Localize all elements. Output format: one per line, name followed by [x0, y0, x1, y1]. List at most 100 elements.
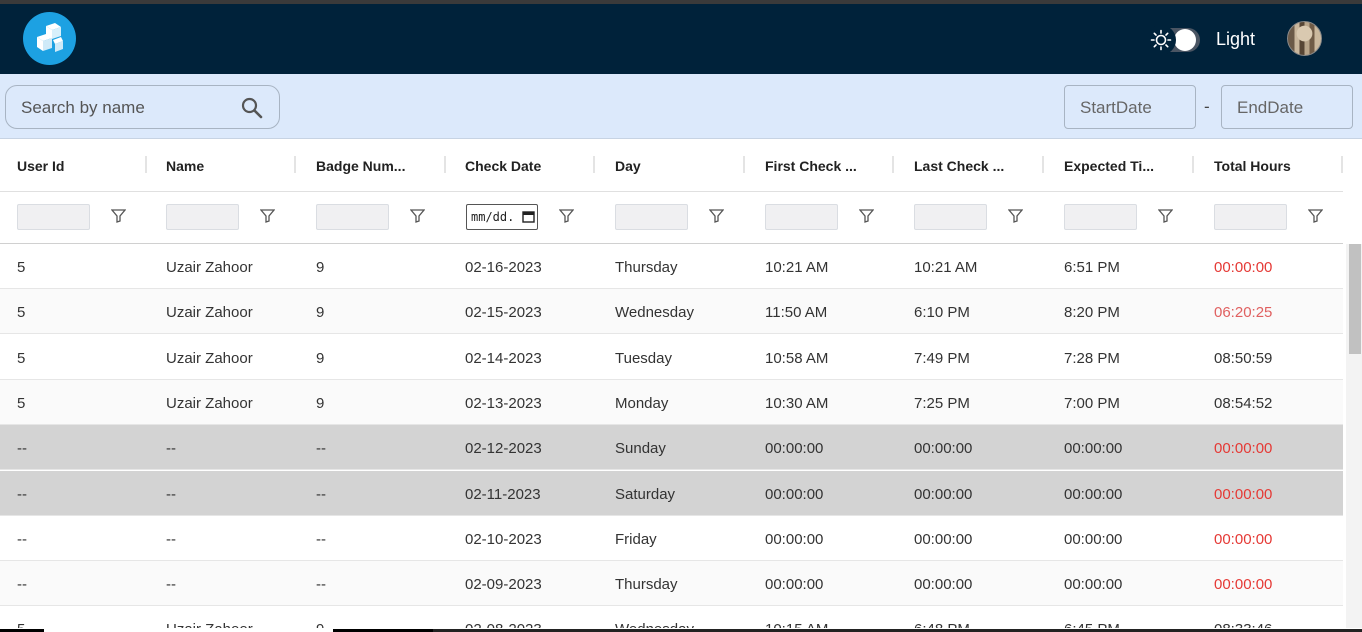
column-header-first-check[interactable]: First Check ... — [765, 158, 857, 174]
start-date-placeholder: StartDate — [1080, 98, 1152, 117]
table-row[interactable]: -- -- -- 02-12-2023 Sunday 00:00:00 00:00:00 00… — [0, 425, 1343, 471]
last-check-filter-input[interactable] — [914, 204, 987, 230]
column-resize-handle[interactable] — [1341, 156, 1343, 173]
table-row[interactable]: 5 Uzair Zahoor 9 02-13-2023 Monday 10:30 AM 7:… — [0, 379, 1343, 425]
cell-day: Monday — [615, 394, 669, 412]
table-row[interactable]: -- -- -- 02-10-2023 Friday 00:00:00 00:00:00 00… — [0, 515, 1343, 561]
column-header-name[interactable]: Name — [166, 158, 204, 174]
column-header-user-id[interactable]: User Id — [17, 158, 64, 174]
cell-last-check: 6:10 PM — [914, 304, 970, 322]
filter-icon[interactable] — [260, 209, 275, 223]
filter-icon[interactable] — [1158, 209, 1173, 223]
check-date-filter-input[interactable]: mm/dd. — [466, 204, 538, 230]
end-date-field[interactable]: EndDate — [1221, 85, 1353, 129]
cell-check-date: 02-12-2023 — [465, 440, 542, 458]
cell-badge-number: 9 — [316, 304, 325, 322]
column-resize-handle[interactable] — [1192, 156, 1194, 173]
cell-check-date: 02-10-2023 — [465, 530, 542, 548]
column-header-check-date[interactable]: Check Date — [465, 158, 541, 174]
user-id-filter-input[interactable] — [17, 204, 90, 230]
total-hours-filter-input[interactable] — [1214, 204, 1287, 230]
filter-icon[interactable] — [1308, 209, 1323, 223]
start-date-field[interactable]: StartDate — [1064, 85, 1196, 129]
cell-user-id: -- — [17, 440, 27, 458]
user-avatar[interactable] — [1287, 21, 1322, 56]
table-row[interactable]: -- -- -- 02-11-2023 Saturday 00:00:00 00:00:00… — [0, 470, 1343, 516]
cell-day: Saturday — [615, 485, 676, 503]
column-resize-handle[interactable] — [444, 156, 446, 173]
cell-day: Thursday — [615, 576, 678, 594]
cell-badge-number: -- — [316, 485, 326, 503]
cell-first-check: 00:00:00 — [765, 485, 824, 503]
filter-icon[interactable] — [1008, 209, 1023, 223]
attendance-table: User Id Name Badge Num... Check Date Day… — [0, 139, 1362, 632]
filter-icon[interactable] — [111, 209, 126, 223]
cell-name: -- — [166, 440, 176, 458]
cell-name: Uzair Zahoor — [166, 259, 253, 276]
cell-day: Thursday — [615, 259, 678, 276]
cell-expected-time: 7:00 PM — [1064, 394, 1120, 412]
cell-badge-number: -- — [316, 530, 326, 548]
cell-user-id: 5 — [17, 259, 26, 276]
cell-user-id: -- — [17, 576, 27, 594]
column-resize-handle[interactable] — [743, 156, 745, 173]
search-placeholder: Search by name — [21, 98, 145, 117]
table-row[interactable]: 5 Uzair Zahoor 9 02-16-2023 Thursday 10:21 AM… — [0, 244, 1343, 289]
column-resize-handle[interactable] — [145, 156, 147, 173]
window-bottom-edge — [0, 628, 1362, 632]
cell-badge-number: 9 — [316, 349, 325, 367]
cell-last-check: 00:00:00 — [914, 530, 973, 548]
theme-toggle[interactable] — [1146, 25, 1200, 55]
cell-expected-time: 00:00:00 — [1064, 576, 1123, 594]
cell-total-hours: 08:50:59 — [1214, 349, 1273, 367]
table-row[interactable]: 5 Uzair Zahoor 9 02-15-2023 Wednesday 11:50 A… — [0, 289, 1343, 335]
column-header-badge-number[interactable]: Badge Num... — [316, 158, 405, 174]
cell-last-check: 10:21 AM — [914, 259, 978, 276]
filter-icon[interactable] — [410, 209, 425, 223]
column-resize-handle[interactable] — [892, 156, 894, 173]
cell-user-id: 5 — [17, 394, 26, 412]
scrollbar-thumb[interactable] — [1349, 244, 1361, 354]
column-header-expected-time[interactable]: Expected Ti... — [1064, 158, 1154, 174]
column-header-last-check[interactable]: Last Check ... — [914, 158, 1004, 174]
cell-check-date: 02-15-2023 — [465, 304, 542, 322]
first-check-filter-input[interactable] — [765, 204, 838, 230]
cell-first-check: 11:50 AM — [765, 304, 828, 322]
vertical-scrollbar[interactable] — [1346, 244, 1362, 632]
table-row[interactable]: 5 Uzair Zahoor 9 02-14-2023 Tuesday 10:58 AM 7… — [0, 334, 1343, 380]
cell-check-date: 02-11-2023 — [465, 485, 541, 503]
day-filter-input[interactable] — [615, 204, 688, 230]
date-separator: - — [1204, 97, 1210, 116]
cell-total-hours: 00:00:00 — [1214, 530, 1273, 548]
cell-first-check: 10:58 AM — [765, 349, 829, 367]
cell-user-id: 5 — [17, 304, 26, 322]
search-input[interactable]: Search by name — [5, 85, 280, 129]
column-resize-handle[interactable] — [1042, 156, 1044, 173]
cell-first-check: 10:30 AM — [765, 394, 829, 412]
column-resize-handle[interactable] — [593, 156, 595, 173]
expected-time-filter-input[interactable] — [1064, 204, 1137, 230]
cell-first-check: 00:00:00 — [765, 530, 824, 548]
table-row[interactable]: -- -- -- 02-09-2023 Thursday 00:00:00 00:00:00… — [0, 561, 1343, 607]
column-header-total-hours[interactable]: Total Hours — [1214, 158, 1291, 174]
search-icon[interactable] — [240, 96, 264, 120]
name-filter-input[interactable] — [166, 204, 239, 230]
theme-label: Light — [1216, 29, 1256, 49]
column-header-day[interactable]: Day — [615, 158, 641, 174]
filter-icon[interactable] — [559, 209, 574, 223]
cell-total-hours: 06:20:25 — [1214, 304, 1273, 322]
table-header-row: User Id Name Badge Num... Check Date Day… — [0, 139, 1343, 192]
cell-badge-number: -- — [316, 440, 326, 458]
cell-check-date: 02-13-2023 — [465, 394, 542, 412]
cell-expected-time: 8:20 PM — [1064, 304, 1120, 322]
cell-badge-number: -- — [316, 576, 326, 594]
cell-day: Tuesday — [615, 349, 672, 367]
calendar-icon[interactable] — [522, 210, 535, 223]
filter-icon[interactable] — [709, 209, 724, 223]
app-logo[interactable] — [23, 12, 76, 65]
cell-first-check: 00:00:00 — [765, 576, 824, 594]
cell-expected-time: 00:00:00 — [1064, 530, 1123, 548]
filter-icon[interactable] — [859, 209, 874, 223]
column-resize-handle[interactable] — [294, 156, 296, 173]
badge-filter-input[interactable] — [316, 204, 389, 230]
